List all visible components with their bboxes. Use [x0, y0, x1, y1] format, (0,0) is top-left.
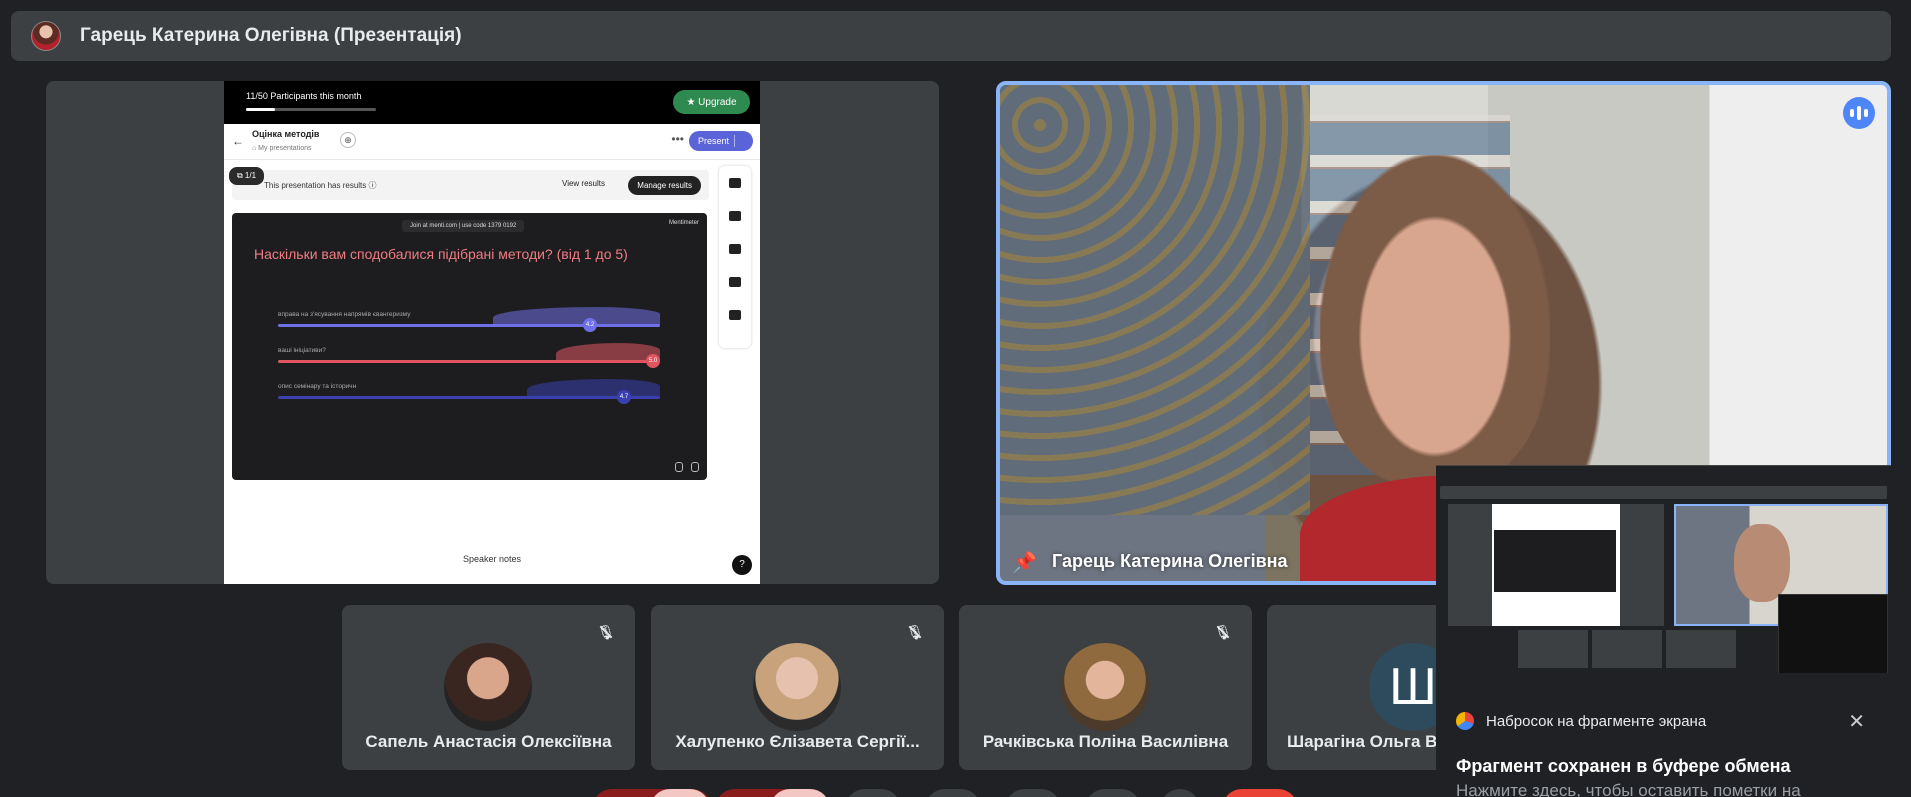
- view-results-button[interactable]: View results: [562, 179, 605, 188]
- more-icon[interactable]: •••: [671, 132, 684, 146]
- speaker-face: [1320, 155, 1550, 485]
- participant-avatar: [444, 643, 532, 731]
- notification-message: Фрагмент сохранен в буфере обмена: [1456, 756, 1791, 776]
- participant-name: Рачківська Поліна Василівна: [982, 732, 1229, 751]
- notification-app-name: Набросок на фрагменте экрана: [1486, 713, 1707, 730]
- result-line: 4.7: [278, 379, 660, 404]
- mentimeter-top-bar: 11/50 Participants this month ★ Upgrade: [224, 81, 760, 124]
- shared-screen: 11/50 Participants this month ★ Upgrade …: [224, 81, 760, 584]
- participant-tile[interactable]: 🎙 Халупенко Єлізавета Сергії...: [651, 605, 944, 770]
- participant-tile[interactable]: 🎙 Сапель Анастасія Олексіївна: [342, 605, 635, 770]
- thumbnail-participant: [1666, 630, 1736, 668]
- result-row: ваші ініціативи? 5.0: [278, 343, 660, 368]
- snip-thumbnail[interactable]: [1436, 465, 1891, 673]
- results-text: This presentation has results ⓘ: [264, 181, 377, 190]
- info-icon[interactable]: [691, 462, 699, 472]
- result-value: 4.7: [617, 390, 631, 404]
- design-icon[interactable]: [729, 277, 741, 287]
- speaking-indicator-icon: [1843, 97, 1875, 129]
- speaker-notes[interactable]: Speaker notes: [224, 554, 760, 564]
- slide-count-badge: ⧉ 1/1: [229, 167, 265, 185]
- result-row: опис семінару та історичн 4.7: [278, 379, 660, 404]
- share-icon[interactable]: ⊕: [340, 132, 356, 148]
- result-row: вправа на з'ясування напрямів євангеризм…: [278, 307, 660, 332]
- layout-icon[interactable]: [729, 178, 741, 188]
- result-line: 4.2: [278, 307, 660, 332]
- participant-tile[interactable]: 🎙 Рачківська Поліна Василівна: [959, 605, 1252, 770]
- side-toolbar: [719, 166, 751, 348]
- present-screen-button[interactable]: [1005, 789, 1061, 797]
- participants-progress-fill: [246, 108, 275, 111]
- present-button[interactable]: Present: [689, 131, 753, 151]
- thumbnail-nested-capture: [1778, 594, 1888, 673]
- meeting-title: Гарець Катерина Олегівна (Презентація): [80, 25, 462, 46]
- pin-icon[interactable]: 📌: [1012, 550, 1037, 575]
- mentimeter-logo: Mentimeter: [668, 220, 699, 226]
- snip-notification[interactable]: Набросок на фрагменте экрана ✕ Фрагмент …: [1436, 673, 1891, 797]
- leave-call-button[interactable]: [1222, 789, 1298, 797]
- presenter-avatar: [31, 21, 61, 51]
- breadcrumb[interactable]: ⌂ My presentations: [252, 145, 311, 152]
- thumbnail-presentation: [1448, 504, 1664, 626]
- back-arrow-icon[interactable]: ←: [232, 134, 244, 148]
- participants-progress: [246, 108, 376, 111]
- slide-question: Наскільки вам сподобалися підібрані мето…: [254, 246, 628, 262]
- templates-icon[interactable]: [729, 310, 741, 320]
- snipping-tool-icon: [1456, 712, 1474, 730]
- results-bar: This presentation has results ⓘ View res…: [232, 170, 709, 200]
- thumbnail-participant: [1592, 630, 1662, 668]
- hide-results-icon[interactable]: [675, 462, 683, 472]
- comments-icon[interactable]: [729, 211, 741, 221]
- thumbnail-topbar: [1440, 486, 1887, 499]
- mic-off-icon: 🎙: [904, 621, 926, 643]
- raise-hand-button[interactable]: [1085, 789, 1141, 797]
- participant-avatar: [1061, 643, 1149, 731]
- manage-results-button[interactable]: Manage results: [628, 176, 701, 195]
- result-value: 5.0: [646, 354, 660, 368]
- wallpaper-background: [1000, 85, 1310, 515]
- mic-off-icon: 🎙: [1212, 621, 1234, 643]
- result-value: 4.2: [583, 318, 597, 332]
- captions-button[interactable]: [845, 789, 901, 797]
- distribution-wave: [556, 343, 660, 361]
- close-icon[interactable]: ✕: [1848, 709, 1865, 734]
- thumbnail-participant: [1518, 630, 1588, 668]
- join-instructions: Join at menti.com | use code 1379 0192: [402, 220, 525, 232]
- presentation-header: ← Оцінка методів ⌂ My presentations ⊕ ••…: [224, 124, 760, 160]
- upgrade-button[interactable]: ★ Upgrade: [673, 90, 750, 114]
- slide-preview: Join at menti.com | use code 1379 0192 M…: [232, 213, 707, 480]
- notification-subtext[interactable]: Нажмите здесь, чтобы оставить пометки на: [1456, 781, 1801, 797]
- meeting-header: Гарець Катерина Олегівна (Презентація): [11, 11, 1891, 61]
- speaker-name: Гарець Катерина Олегівна: [1052, 551, 1288, 571]
- interactivity-icon[interactable]: [729, 244, 741, 254]
- help-icon[interactable]: ?: [732, 555, 752, 575]
- presentation-tile[interactable]: 11/50 Participants this month ★ Upgrade …: [46, 81, 939, 584]
- mic-off-icon: 🎙: [595, 621, 617, 643]
- participant-name: Халупенко Єлізавета Сергії...: [675, 732, 920, 751]
- more-options-button[interactable]: [1160, 789, 1200, 797]
- distribution-wave: [493, 307, 660, 325]
- result-line: 5.0: [278, 343, 660, 368]
- distribution-wave: [527, 379, 660, 397]
- participant-avatar: [753, 643, 841, 731]
- reactions-button[interactable]: [925, 789, 981, 797]
- presentation-name: Оцінка методів: [252, 129, 320, 139]
- participants-count: 11/50 Participants this month: [246, 91, 362, 101]
- participant-name: Сапель Анастасія Олексіївна: [365, 732, 612, 751]
